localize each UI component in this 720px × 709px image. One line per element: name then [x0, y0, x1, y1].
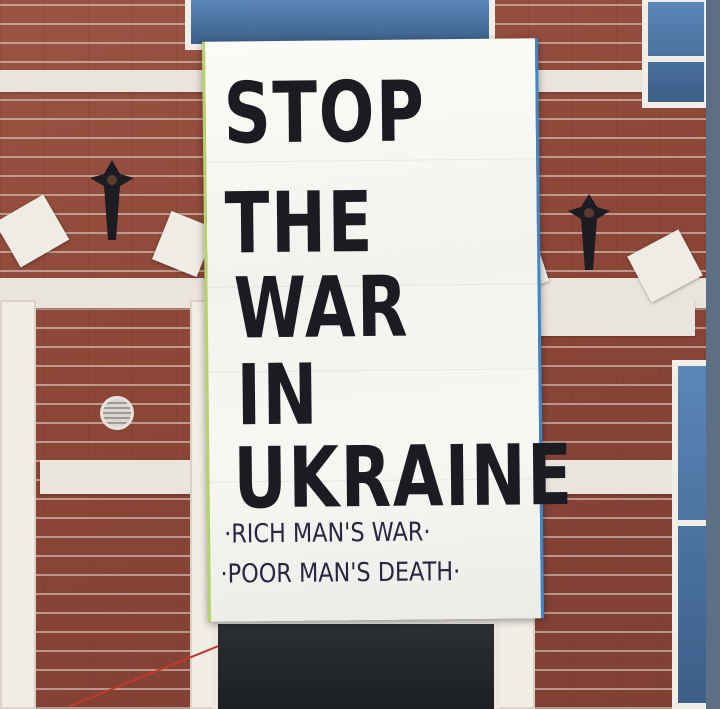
wall-anchor-icon	[568, 194, 610, 270]
keystone-left	[0, 194, 70, 268]
banner-line-poor-mans-death: ·POOR MAN'S DEATH·	[220, 557, 461, 590]
air-vent-icon	[100, 396, 134, 430]
window-mullion	[648, 56, 706, 62]
photo-scene: STOP THE WAR IN UKRAINE ·RICH MAN'S WAR·…	[0, 0, 720, 709]
banner-line-the: THE	[224, 172, 375, 273]
banner-line-rich-mans-war: ·RICH MAN'S WAR·	[223, 517, 431, 550]
protest-banner: STOP THE WAR IN UKRAINE ·RICH MAN'S WAR·…	[201, 38, 575, 622]
window-mullion-right	[676, 520, 708, 526]
banner-line-in: IN	[236, 345, 320, 445]
banner-line-stop: STOP	[223, 62, 427, 163]
stone-band-right	[525, 300, 695, 336]
banner-line-ukraine: UKRAINE	[233, 425, 575, 528]
banner-line-war: WAR	[233, 257, 410, 358]
wall-anchor-icon	[90, 160, 134, 240]
photo-edge-strip	[706, 0, 720, 709]
upper-window-right	[642, 0, 710, 108]
window-frame-left	[0, 300, 36, 709]
lower-window-center	[212, 618, 500, 709]
